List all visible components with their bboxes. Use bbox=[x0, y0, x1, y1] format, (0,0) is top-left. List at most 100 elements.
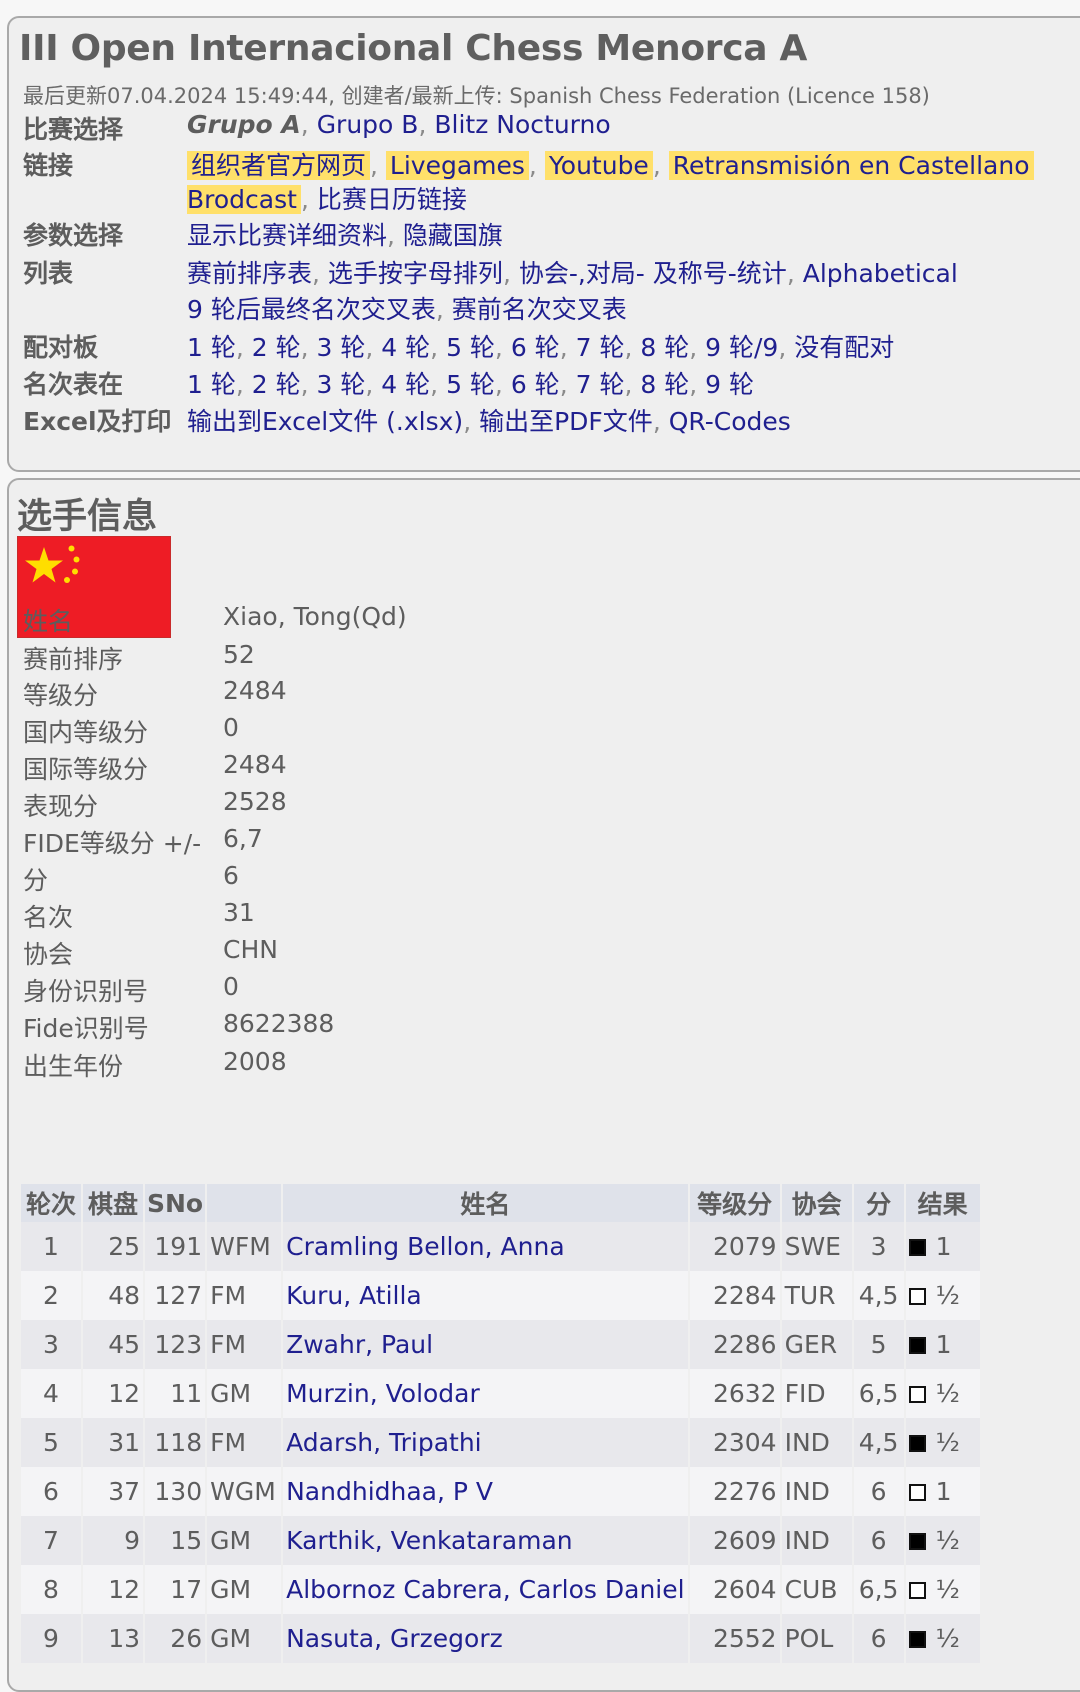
opponent-link[interactable]: Nandhidhaa, P V bbox=[286, 1477, 493, 1506]
result-value: ½ bbox=[935, 1624, 960, 1653]
youtube-link[interactable]: Youtube bbox=[544, 151, 653, 180]
opponent-cell: Adarsh, Tripathi bbox=[283, 1418, 688, 1467]
opponent-link[interactable]: Nasuta, Grzegorz bbox=[286, 1624, 503, 1653]
standings-round-link[interactable]: 2 轮 bbox=[252, 370, 301, 399]
calendar-link[interactable]: 比赛日历链接 bbox=[317, 185, 467, 214]
brodcast-link[interactable]: Brodcast bbox=[187, 185, 301, 214]
pairing-round-link[interactable]: 8 轮 bbox=[640, 333, 689, 362]
result-value: 1 bbox=[935, 1330, 952, 1359]
nav-label: Excel及打印 bbox=[23, 407, 172, 436]
opponent-link[interactable]: Kuru, Atilla bbox=[286, 1281, 422, 1310]
alphabetical-link[interactable]: Alphabetical bbox=[803, 259, 958, 288]
table-row: 9 13 26 GM Nasuta, Grzegorz 2552 POL 6 ½ bbox=[21, 1614, 980, 1663]
points-cell: 6 bbox=[853, 1516, 904, 1565]
qr-codes-link[interactable]: QR-Codes bbox=[669, 407, 791, 436]
alphabetical-players-link[interactable]: 选手按字母排列 bbox=[328, 259, 503, 288]
opponent-link[interactable]: Cramling Bellon, Anna bbox=[286, 1232, 565, 1261]
points-cell: 4,5 bbox=[853, 1271, 904, 1320]
games-table: 轮次 棋盘 SNo 姓名 等级分 协会 分 结果 1 25 191 WFM Cramli… bbox=[19, 1184, 982, 1663]
standings-round-link[interactable]: 4 轮 bbox=[381, 370, 430, 399]
info-label: 国际等级分 bbox=[23, 755, 149, 784]
standings-round-link[interactable]: 6 轮 bbox=[511, 370, 560, 399]
title-cell: WGM bbox=[207, 1467, 282, 1516]
round-cell: 7 bbox=[21, 1516, 81, 1565]
col-sno: SNo bbox=[145, 1184, 206, 1222]
title-cell: GM bbox=[207, 1369, 282, 1418]
opponent-link[interactable]: Murzin, Volodar bbox=[286, 1379, 480, 1408]
rating-cell: 2552 bbox=[689, 1614, 780, 1663]
rating-cell: 2079 bbox=[689, 1222, 780, 1271]
page-title: III Open Internacional Chess Menorca A bbox=[19, 28, 808, 69]
broadcast-castellano-link[interactable]: Retransmisión en Castellano bbox=[668, 151, 1034, 180]
table-row: 7 9 15 GM Karthik, Venkataraman 2609 IND 6 ½ bbox=[21, 1516, 980, 1565]
info-label: 协会 bbox=[23, 940, 74, 969]
result-cell: 1 bbox=[905, 1467, 980, 1516]
statistics-link[interactable]: 协会-,对局- 及称号-统计 bbox=[519, 259, 787, 288]
opponent-link[interactable]: Zwahr, Paul bbox=[286, 1330, 433, 1359]
starting-crosstable-link[interactable]: 赛前名次交叉表 bbox=[452, 295, 627, 324]
points-cell: 4,5 bbox=[853, 1418, 904, 1467]
col-title bbox=[207, 1184, 282, 1222]
export-pdf-link[interactable]: 输出至PDF文件 bbox=[479, 407, 653, 436]
standings-round-link[interactable]: 7 轮 bbox=[576, 370, 625, 399]
board-cell: 31 bbox=[83, 1418, 143, 1467]
export-excel-link[interactable]: 输出到Excel文件 (.xlsx) bbox=[187, 407, 463, 436]
pairing-round-link[interactable]: 1 轮 bbox=[187, 333, 236, 362]
result-value: ½ bbox=[935, 1526, 960, 1555]
points-cell: 3 bbox=[853, 1222, 904, 1271]
nav-label: 名次表在 bbox=[23, 370, 124, 399]
result-cell: ½ bbox=[905, 1516, 980, 1565]
white-piece-color-icon bbox=[908, 1484, 926, 1501]
federation-cell: SWE bbox=[781, 1222, 852, 1271]
federation-cell: IND bbox=[781, 1516, 852, 1565]
standings-round-link[interactable]: 5 轮 bbox=[446, 370, 495, 399]
pairing-round-link[interactable]: 没有配对 bbox=[794, 333, 894, 362]
pairing-round-link[interactable]: 4 轮 bbox=[381, 333, 430, 362]
title-cell: GM bbox=[207, 1516, 282, 1565]
federation-cell: POL bbox=[781, 1614, 852, 1663]
tournament-link[interactable]: Blitz Nocturno bbox=[434, 110, 610, 139]
board-cell: 13 bbox=[83, 1614, 143, 1663]
sno-cell: 11 bbox=[145, 1369, 206, 1418]
starting-rank-link[interactable]: 赛前排序表 bbox=[187, 259, 312, 288]
result-value: 1 bbox=[935, 1477, 952, 1506]
pairing-round-link[interactable]: 9 轮/9 bbox=[705, 333, 778, 362]
hide-flags-link[interactable]: 隐藏国旗 bbox=[403, 221, 503, 250]
table-row: 2 48 127 FM Kuru, Atilla 2284 TUR 4,5 ½ bbox=[21, 1271, 980, 1320]
info-label: Fide识别号 bbox=[23, 1014, 149, 1043]
federation-cell: IND bbox=[781, 1467, 852, 1516]
result-cell: ½ bbox=[905, 1614, 980, 1663]
opponent-cell: Murzin, Volodar bbox=[283, 1369, 688, 1418]
federation-cell: IND bbox=[781, 1418, 852, 1467]
opponent-link[interactable]: Karthik, Venkataraman bbox=[286, 1526, 573, 1555]
final-crosstable-link[interactable]: 9 轮后最终名次交叉表 bbox=[187, 295, 436, 324]
opponent-link[interactable]: Adarsh, Tripathi bbox=[286, 1428, 482, 1457]
standings-round-link[interactable]: 1 轮 bbox=[187, 370, 236, 399]
player-info-panel: 选手信息 姓名 Xiao, Tong(Qd) 赛前排序 52 等级分 2484 国内等级分 0… bbox=[7, 478, 1080, 1692]
black-piece-color-icon bbox=[908, 1631, 926, 1648]
table-row: 8 12 17 GM Albornoz Cabrera, Carlos Daniel 26… bbox=[21, 1565, 980, 1614]
pairing-round-link[interactable]: 3 轮 bbox=[317, 333, 366, 362]
opponent-cell: Nasuta, Grzegorz bbox=[283, 1614, 688, 1663]
pairing-round-link[interactable]: 7 轮 bbox=[576, 333, 625, 362]
result-value: 1 bbox=[935, 1232, 952, 1261]
tournament-link[interactable]: Grupo B bbox=[317, 110, 419, 139]
organizer-link[interactable]: 组织者官方网页 bbox=[187, 151, 371, 180]
opponent-cell: Kuru, Atilla bbox=[283, 1271, 688, 1320]
board-cell: 12 bbox=[83, 1369, 143, 1418]
rating-cell: 2632 bbox=[689, 1369, 780, 1418]
round-cell: 1 bbox=[21, 1222, 81, 1271]
pairing-round-link[interactable]: 6 轮 bbox=[511, 333, 560, 362]
sno-cell: 123 bbox=[145, 1320, 206, 1369]
opponent-link[interactable]: Albornoz Cabrera, Carlos Daniel bbox=[286, 1575, 684, 1604]
board-cell: 9 bbox=[83, 1516, 143, 1565]
livegames-link[interactable]: Livegames bbox=[385, 151, 529, 180]
standings-round-link[interactable]: 9 轮 bbox=[705, 370, 754, 399]
pairing-round-link[interactable]: 5 轮 bbox=[446, 333, 495, 362]
standings-round-link[interactable]: 3 轮 bbox=[317, 370, 366, 399]
standings-round-link[interactable]: 8 轮 bbox=[640, 370, 689, 399]
show-details-link[interactable]: 显示比赛详细资料 bbox=[187, 221, 387, 250]
title-cell: FM bbox=[207, 1271, 282, 1320]
table-row: 3 45 123 FM Zwahr, Paul 2286 GER 5 1 bbox=[21, 1320, 980, 1369]
pairing-round-link[interactable]: 2 轮 bbox=[252, 333, 301, 362]
